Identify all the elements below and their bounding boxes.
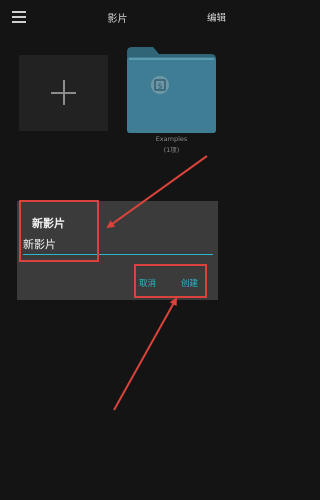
- svg-text:$: $: [157, 82, 162, 91]
- top-bar: 影片 编辑: [0, 0, 235, 34]
- edit-button[interactable]: 编辑: [207, 10, 226, 24]
- page-title: 影片: [107, 14, 128, 25]
- highlight-box-buttons: [134, 264, 207, 298]
- arrow-to-buttons: [113, 297, 177, 411]
- folder-name: Examples: [155, 135, 188, 143]
- new-movie-tile[interactable]: [19, 55, 108, 131]
- folder-item-count: (1项): [163, 146, 180, 154]
- highlight-box-input: [19, 200, 99, 262]
- folder-icon[interactable]: $: [127, 44, 216, 133]
